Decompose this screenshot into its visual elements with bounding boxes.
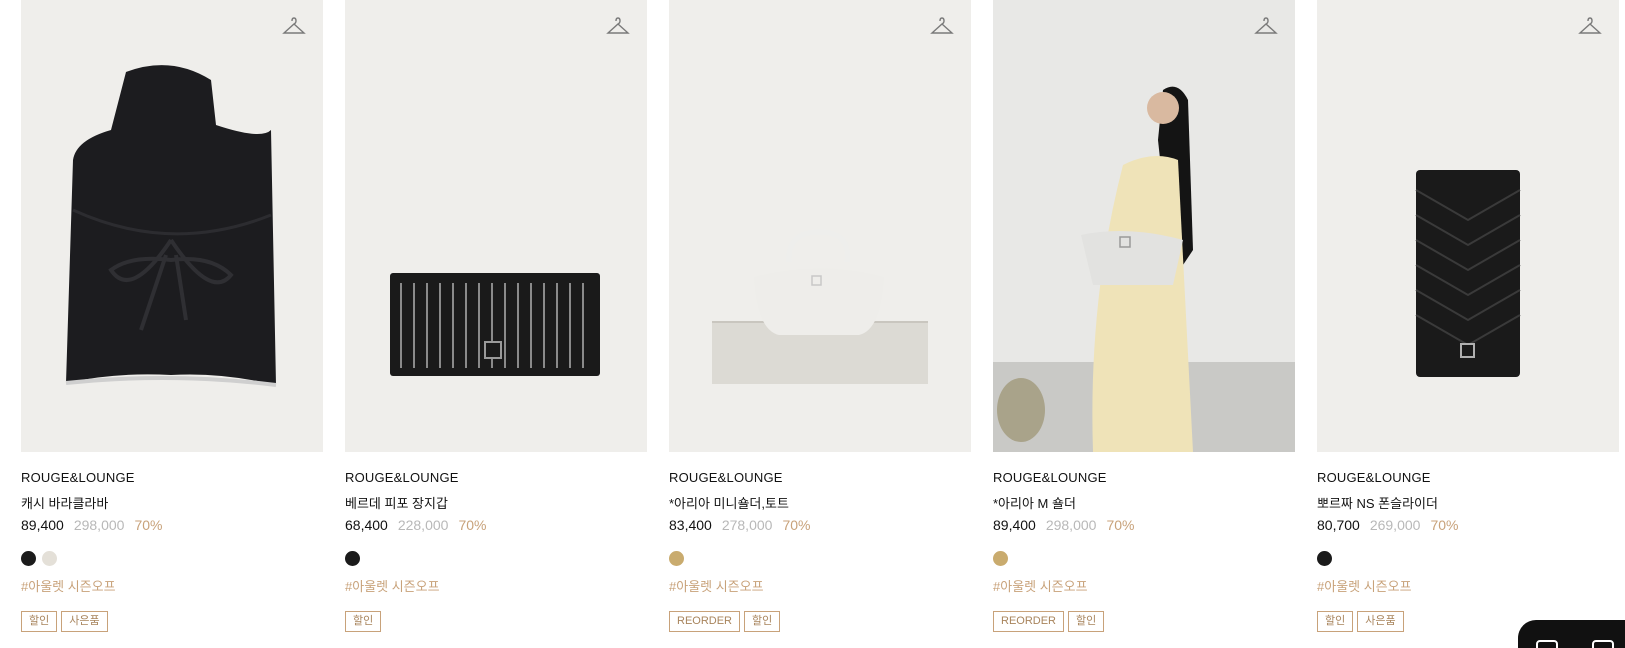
sale-price: 80,700 [1317, 517, 1360, 533]
color-swatch-beige[interactable] [993, 551, 1008, 566]
color-swatch-black[interactable] [21, 551, 36, 566]
discount-rate: 70% [1106, 517, 1135, 533]
badge-discount: 할인 [21, 611, 58, 632]
hashtag-link[interactable]: #아울렛 시즌오프 [993, 576, 1295, 594]
product-name[interactable]: 캐시 바라클라바 [21, 493, 323, 511]
original-price: 269,000 [1369, 517, 1421, 533]
model-shoulder-bag-image [993, 0, 1295, 452]
product-name[interactable]: *아리아 M 숄더 [993, 493, 1295, 511]
hashtag-link[interactable]: #아울렛 시즌오프 [1317, 576, 1619, 594]
product-name[interactable]: 뽀르짜 NS 폰슬라이더 [1317, 493, 1619, 511]
sale-price: 83,400 [669, 517, 712, 533]
badge-discount: 할인 [1068, 611, 1105, 632]
balaclava-image [65, 65, 277, 387]
product-name[interactable]: *아리아 미니숄더,토트 [669, 493, 971, 511]
product-card[interactable]: ROUGE&LOUNGE 뽀르짜 NS 폰슬라이더 80,700 269,000… [1317, 0, 1619, 632]
wishlist-hanger-icon[interactable] [930, 15, 954, 39]
original-price: 278,000 [721, 517, 773, 533]
product-card[interactable]: ROUGE&LOUNGE *아리아 미니숄더,토트 83,400 278,000… [669, 0, 971, 632]
price-row: 89,400 298,000 70% [993, 517, 1295, 535]
badge-row: REORDER 할인 [669, 611, 971, 632]
color-swatches [993, 551, 1295, 567]
color-swatches [345, 551, 647, 567]
badge-discount: 할인 [1317, 611, 1354, 632]
wallet-image [390, 273, 600, 376]
floating-action-button[interactable] [1518, 620, 1625, 648]
product-card[interactable]: ROUGE&LOUNGE 캐시 바라클라바 89,400 298,000 70%… [21, 0, 323, 632]
wishlist-hanger-icon[interactable] [606, 15, 630, 39]
discount-rate: 70% [458, 517, 487, 533]
add-icon[interactable] [1536, 640, 1558, 648]
product-grid: ROUGE&LOUNGE 캐시 바라클라바 89,400 298,000 70%… [21, 0, 1619, 632]
discount-rate: 70% [1430, 517, 1459, 533]
product-card[interactable]: ROUGE&LOUNGE 베르데 피포 장지갑 68,400 228,000 7… [345, 0, 647, 632]
discount-rate: 70% [782, 517, 811, 533]
badge-row: 할인 [345, 611, 647, 632]
badge-reorder: REORDER [669, 611, 741, 632]
hashtag-link[interactable]: #아울렛 시즌오프 [21, 576, 323, 594]
color-swatch-ivory[interactable] [42, 551, 57, 566]
price-row: 83,400 278,000 70% [669, 517, 971, 535]
badge-gift: 사은품 [1357, 611, 1404, 632]
brand-name[interactable]: ROUGE&LOUNGE [669, 470, 971, 486]
color-swatch-black[interactable] [1317, 551, 1332, 566]
badge-discount: 할인 [345, 611, 382, 632]
color-swatches [669, 551, 971, 567]
product-image[interactable] [993, 0, 1295, 452]
gift-icon[interactable] [1592, 640, 1614, 648]
phone-slider-image [1415, 170, 1521, 377]
hashtag-link[interactable]: #아울렛 시즌오프 [669, 576, 971, 594]
price-row: 68,400 228,000 70% [345, 517, 647, 535]
product-image[interactable] [345, 0, 647, 452]
price-row: 89,400 298,000 70% [21, 517, 323, 535]
color-swatches [1317, 551, 1619, 567]
badge-row: REORDER 할인 [993, 611, 1295, 632]
hashtag-link[interactable]: #아울렛 시즌오프 [345, 576, 647, 594]
discount-rate: 70% [134, 517, 163, 533]
brand-name[interactable]: ROUGE&LOUNGE [1317, 470, 1619, 486]
brand-name[interactable]: ROUGE&LOUNGE [21, 470, 323, 486]
product-image[interactable] [21, 0, 323, 452]
original-price: 298,000 [73, 517, 125, 533]
sale-price: 89,400 [21, 517, 64, 533]
brand-name[interactable]: ROUGE&LOUNGE [345, 470, 647, 486]
badge-reorder: REORDER [993, 611, 1065, 632]
product-image[interactable] [1317, 0, 1619, 452]
color-swatch-beige[interactable] [669, 551, 684, 566]
wishlist-hanger-icon[interactable] [282, 15, 306, 39]
wishlist-hanger-icon[interactable] [1254, 15, 1278, 39]
sale-price: 89,400 [993, 517, 1036, 533]
product-card[interactable]: ROUGE&LOUNGE *아리아 M 숄더 89,400 298,000 70… [993, 0, 1295, 632]
product-name[interactable]: 베르데 피포 장지갑 [345, 493, 647, 511]
color-swatch-black[interactable] [345, 551, 360, 566]
original-price: 228,000 [397, 517, 449, 533]
sale-price: 68,400 [345, 517, 388, 533]
mini-tote-image [712, 229, 928, 384]
price-row: 80,700 269,000 70% [1317, 517, 1619, 535]
wishlist-hanger-icon[interactable] [1578, 15, 1602, 39]
product-image[interactable] [669, 0, 971, 452]
badge-gift: 사은품 [61, 611, 108, 632]
badge-discount: 할인 [744, 611, 781, 632]
color-swatches [21, 551, 323, 567]
brand-name[interactable]: ROUGE&LOUNGE [993, 470, 1295, 486]
badge-row: 할인 사은품 [21, 611, 323, 632]
original-price: 298,000 [1045, 517, 1097, 533]
